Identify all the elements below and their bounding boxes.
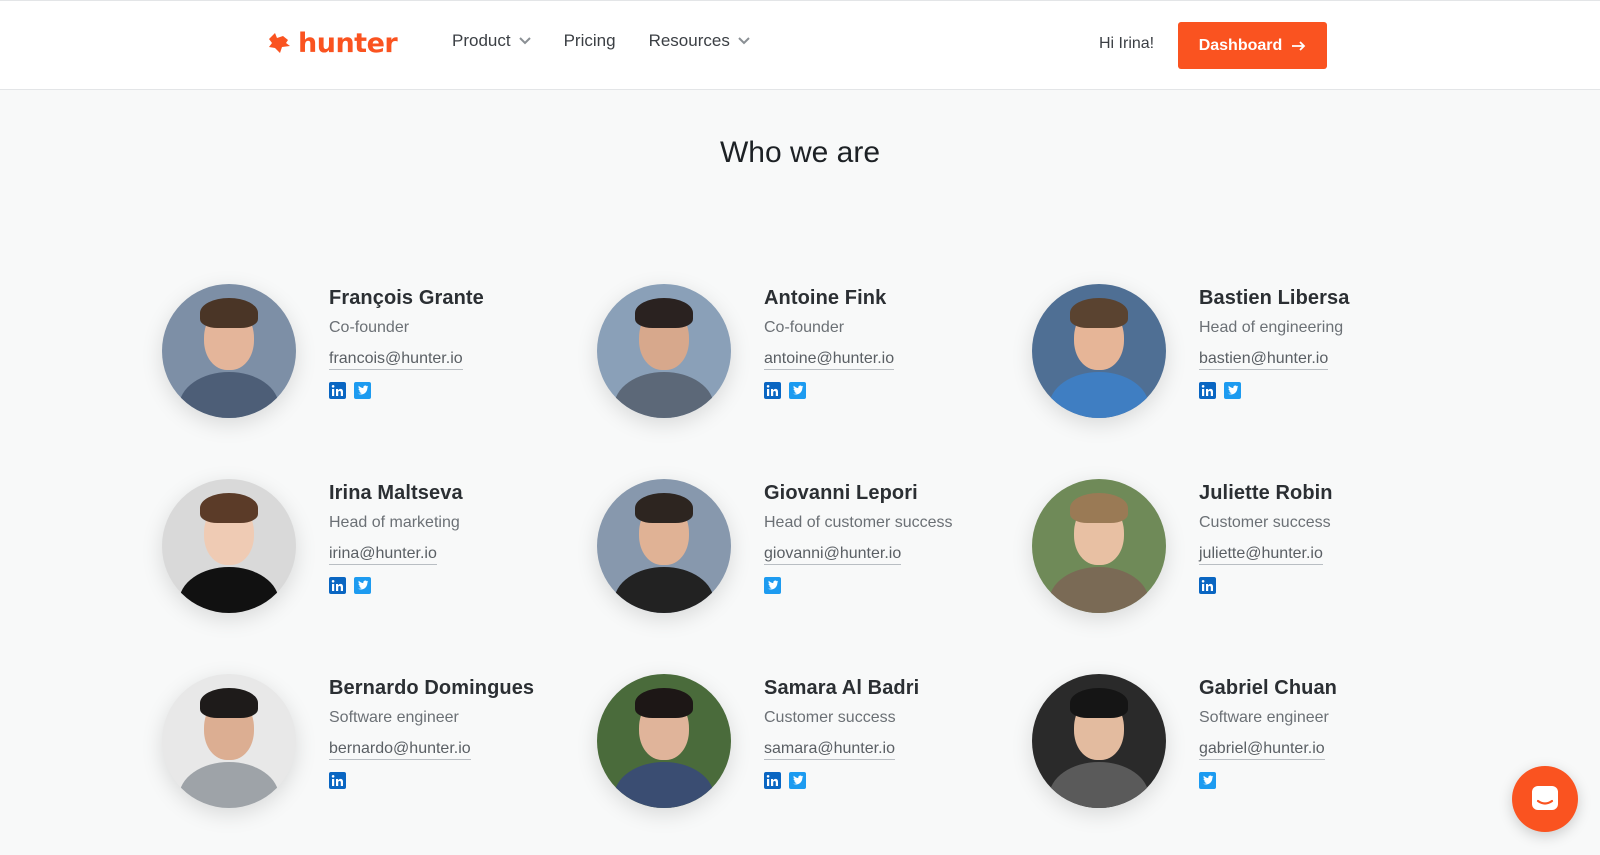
member-avatar [1032,479,1166,613]
dashboard-button-label: Dashboard [1198,36,1283,54]
member-social-links [764,577,953,594]
chat-launcher-button[interactable] [1512,766,1578,832]
linkedin-icon[interactable] [1199,577,1216,594]
member-social-links [329,577,463,594]
site-header: hunter Product Pricing Resources Hi Irin… [0,0,1600,90]
member-avatar [597,674,731,808]
member-social-links [764,382,894,399]
member-name: François Grante [329,287,484,309]
member-avatar [162,479,296,613]
user-greeting: Hi Irina! [1099,35,1155,52]
member-role: Software engineer [1199,709,1329,726]
member-name: Giovanni Lepori [764,482,918,504]
team-member-card: Antoine Fink Co-founder antoine@hunter.i… [597,284,1017,424]
linkedin-icon[interactable] [329,382,346,399]
member-name: Gabriel Chuan [1199,677,1337,699]
twitter-icon[interactable] [354,577,371,594]
member-role: Co-founder [329,319,410,336]
member-name: Bastien Libersa [1199,287,1350,309]
team-member-card: Irina Maltseva Head of marketing irina@h… [162,479,582,619]
member-avatar [162,674,296,808]
member-social-links [1199,772,1337,789]
main-nav: Product Pricing Resources [452,31,783,51]
hunter-logo[interactable]: hunter [266,25,398,61]
member-email-link[interactable]: antoine@hunter.io [764,350,895,370]
member-role: Customer success [764,709,896,726]
chevron-down-icon [518,37,531,45]
team-member-card: Bernardo Domingues Software engineer ber… [162,674,582,814]
member-name: Bernardo Domingues [329,677,535,699]
member-avatar [1032,284,1166,418]
member-avatar [597,284,731,418]
member-avatar [162,284,296,418]
team-member-card: François Grante Co-founder francois@hunt… [162,284,582,424]
member-email-link[interactable]: juliette@hunter.io [1199,545,1323,565]
section-title: Who we are [719,136,881,169]
twitter-icon[interactable] [764,577,781,594]
member-name: Juliette Robin [1199,482,1333,504]
member-email-link[interactable]: samara@hunter.io [764,740,895,760]
member-social-links [764,772,919,789]
linkedin-icon[interactable] [329,577,346,594]
member-name: Irina Maltseva [329,482,463,504]
twitter-icon[interactable] [789,772,806,789]
member-email-link[interactable]: giovanni@hunter.io [764,545,902,565]
team-member-card: Samara Al Badri Customer success samara@… [597,674,1017,814]
nav-product[interactable]: Product [452,31,531,51]
team-member-card: Giovanni Lepori Head of customer success… [597,479,1017,619]
linkedin-icon[interactable] [764,382,781,399]
linkedin-icon[interactable] [1199,382,1216,399]
member-role: Head of engineering [1199,319,1344,336]
member-social-links [1199,577,1333,594]
team-member-card: Gabriel Chuan Software engineer gabriel@… [1032,674,1452,814]
linkedin-icon[interactable] [764,772,781,789]
arrow-right-icon [1292,40,1306,51]
member-name: Antoine Fink [764,287,887,309]
member-role: Software engineer [329,709,459,726]
member-role: Co-founder [764,319,845,336]
team-member-card: Bastien Libersa Head of engineering bast… [1032,284,1452,424]
member-avatar [1032,674,1166,808]
nav-pricing[interactable]: Pricing [564,31,616,51]
linkedin-icon[interactable] [329,772,346,789]
chat-launcher-icon [1532,786,1558,810]
member-avatar [597,479,731,613]
member-name: Samara Al Badri [764,677,920,699]
twitter-icon[interactable] [1224,382,1241,399]
member-email-link[interactable]: gabriel@hunter.io [1199,740,1325,760]
member-social-links [1199,382,1349,399]
chevron-down-icon [738,37,750,45]
member-role: Head of marketing [329,514,460,531]
member-email-link[interactable]: bernardo@hunter.io [329,740,471,760]
twitter-icon[interactable] [1199,772,1216,789]
dashboard-button[interactable]: Dashboard [1178,22,1327,69]
member-email-link[interactable]: bastien@hunter.io [1199,350,1329,370]
team-member-card: Juliette Robin Customer success juliette… [1032,479,1452,619]
twitter-icon[interactable] [789,382,806,399]
nav-resources[interactable]: Resources [649,31,750,51]
logo-text: hunter [298,27,398,59]
member-email-link[interactable]: francois@hunter.io [329,350,463,370]
nav-product-label: Product [452,31,511,50]
nav-pricing-label: Pricing [563,31,616,50]
fox-logo-icon [269,33,290,53]
member-email-link[interactable]: irina@hunter.io [329,545,437,565]
member-social-links [329,772,534,789]
member-role: Head of customer success [764,514,953,531]
nav-resources-label: Resources [648,31,730,50]
member-social-links [329,382,484,399]
twitter-icon[interactable] [354,382,371,399]
member-role: Customer success [1199,514,1331,531]
